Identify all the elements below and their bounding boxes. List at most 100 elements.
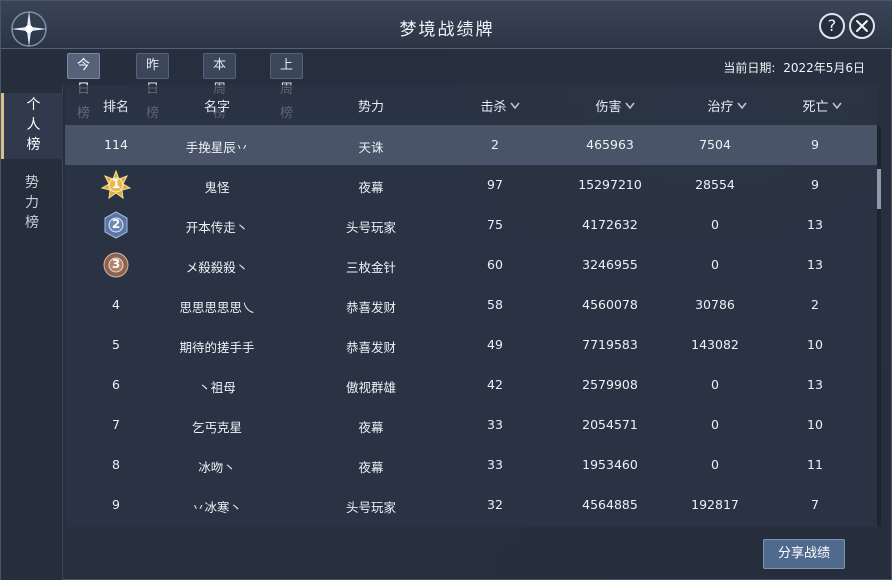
deaths-cell: 9 [811,137,819,152]
scrollbar-thumb[interactable] [877,169,881,209]
side-tab-faction[interactable]: 势力榜 [1,173,63,239]
table-row[interactable]: 4 思思思思思乀 恭喜发财 58 4560078 30786 2 [65,285,877,325]
col-deaths: 死亡 [802,100,829,115]
deaths-cell: 10 [807,337,823,352]
heal-cell: 7504 [699,137,731,152]
damage-cell: 465963 [586,137,634,152]
tab-yesterday[interactable]: 昨日榜 [136,53,170,121]
silver-medal-icon: 2 [101,210,131,240]
rank-cell: 9 [112,497,120,512]
col-name: 名字 [203,100,230,115]
table-row[interactable]: 9 丷冰寒丶 头号玩家 32 4564885 192817 7 [65,485,877,525]
table-row[interactable]: 1 鬼怪 夜幕 97 15297210 28554 9 [65,165,877,205]
kills-cell: 75 [487,217,503,232]
damage-cell: 15297210 [578,177,642,192]
col-deaths-sort[interactable]: 死亡 [789,96,855,115]
faction-cell: 三枚金针 [345,260,396,275]
rank-cell: 6 [112,377,120,392]
deaths-cell: 11 [807,457,823,472]
share-button[interactable]: 分享战绩 [763,539,845,569]
heal-cell: 0 [711,417,719,432]
faction-cell: 恭喜发财 [345,300,396,315]
rank-cell: 4 [112,297,120,312]
leaderboard-panel: 梦境战绩牌 ? 今日榜 昨日榜 本周榜 上周榜 当前日期: 2022年5月6日 … [0,0,892,580]
heal-cell: 143082 [691,337,739,352]
name-cell: 鬼怪 [204,180,230,195]
col-heal: 治疗 [707,100,734,115]
title-bar: 梦境战绩牌 ? [1,1,892,49]
col-rank: 排名 [102,100,129,115]
table-row[interactable]: 2 开本传走丶 头号玩家 75 4172632 0 13 [65,205,877,245]
damage-cell: 2054571 [582,417,638,432]
col-damage-sort[interactable]: 伤害 [575,96,655,115]
kills-cell: 33 [487,457,503,472]
kills-cell: 60 [487,257,503,272]
kills-cell: 49 [487,337,503,352]
chevron-down-icon [831,102,842,110]
rank-number: 1 [111,177,121,191]
damage-cell: 2579908 [582,377,638,392]
deaths-cell: 2 [811,297,819,312]
help-button[interactable]: ? [819,13,845,39]
self-rank-row[interactable]: 114 手挽星辰丷 天诛 2 465963 7504 9 [65,125,877,165]
chevron-down-icon [736,102,747,110]
sidebar: 个人榜 势力榜 [1,85,63,580]
deaths-cell: 13 [807,217,823,232]
damage-cell: 4564885 [582,497,638,512]
rank-number: 2 [111,217,121,231]
current-date: 当前日期: 2022年5月6日 [723,59,865,76]
faction-cell: 夜幕 [358,460,384,475]
chevron-down-icon [509,102,520,110]
damage-cell: 7719583 [582,337,638,352]
name-cell: 丷冰寒丶 [191,500,242,515]
faction-cell: 恭喜发财 [345,340,396,355]
damage-cell: 4172632 [582,217,638,232]
col-damage: 伤害 [595,100,622,115]
table-row[interactable]: 7 乞丐克星 夜幕 33 2054571 0 10 [65,405,877,445]
tab-this-week[interactable]: 本周榜 [203,53,237,121]
table-row[interactable]: 8 冰吻丶 夜幕 33 1953460 0 11 [65,445,877,485]
kills-cell: 97 [487,177,503,192]
heal-cell: 0 [711,377,719,392]
tab-last-week[interactable]: 上周榜 [270,53,304,121]
kills-cell: 2 [491,137,499,152]
ranking-table: 排名 名字 势力 击杀 伤害 治疗 死亡 114 手挽星辰丷 天诛 2 4659… [65,85,877,527]
name-cell: 期待的搓手手 [179,340,255,355]
col-kills-sort[interactable]: 击杀 [465,96,535,115]
date-value: 2022年5月6日 [783,61,865,75]
rank-cell: 8 [112,457,120,472]
name-cell: メ殺殺殺丶 [185,260,249,275]
name-cell: 思思思思思乀 [179,300,255,315]
deaths-cell: 9 [811,177,819,192]
faction-cell: 傲视群雄 [345,380,396,395]
name-cell: 丶祖母 [198,380,236,395]
deaths-cell: 13 [807,257,823,272]
damage-cell: 3246955 [582,257,638,272]
bronze-medal-icon: 3 [101,250,131,280]
col-heal-sort[interactable]: 治疗 [687,96,767,115]
deaths-cell: 10 [807,417,823,432]
table-row[interactable]: 5 期待的搓手手 恭喜发财 49 7719583 143082 10 [65,325,877,365]
table-row[interactable]: 3 メ殺殺殺丶 三枚金针 60 3246955 0 13 [65,245,877,285]
side-tab-personal[interactable]: 个人榜 [1,93,63,159]
col-kills: 击杀 [480,100,507,115]
faction-cell: 头号玩家 [345,500,396,515]
kills-cell: 42 [487,377,503,392]
table-row[interactable]: 6 丶祖母 傲视群雄 42 2579908 0 13 [65,365,877,405]
rank-cell: 7 [112,417,120,432]
heal-cell: 28554 [695,177,735,192]
heal-cell: 0 [711,217,719,232]
tab-today[interactable]: 今日榜 [67,53,101,121]
faction-cell: 夜幕 [358,420,384,435]
rank-cell: 114 [104,137,128,152]
side-tab-label: 势力榜 [25,175,39,231]
deaths-cell: 7 [811,497,819,512]
kills-cell: 32 [487,497,503,512]
question-icon: ? [827,16,837,35]
faction-cell: 天诛 [358,140,384,155]
side-tab-label: 个人榜 [26,97,41,153]
damage-cell: 4560078 [582,297,638,312]
close-button[interactable] [849,13,875,39]
heal-cell: 0 [711,457,719,472]
rank-cell: 5 [112,337,120,352]
